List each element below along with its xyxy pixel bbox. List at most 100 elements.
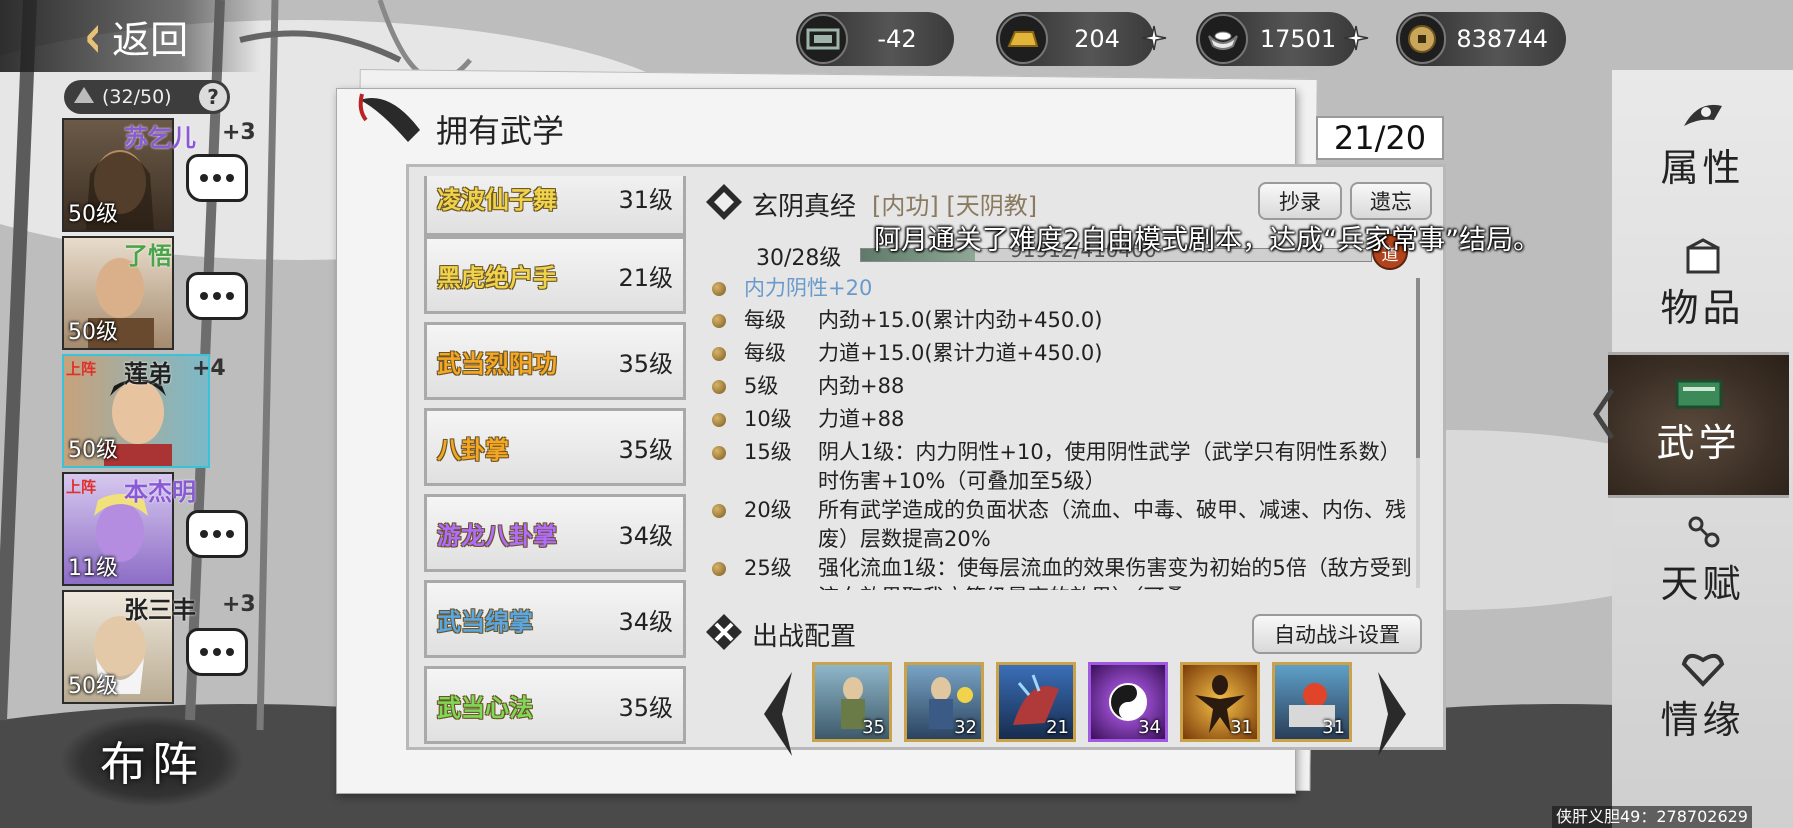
battle-skill-slot[interactable]: 31 [1272, 662, 1352, 742]
bullet-icon [712, 504, 726, 518]
chat-bubble-icon[interactable] [186, 510, 248, 558]
battle-skill-slot[interactable]: 34 [1088, 662, 1168, 742]
property-row: 10级 力道+88 [712, 405, 904, 434]
items-icon [1686, 238, 1719, 274]
slot-level: 21 [1046, 717, 1069, 738]
hero-name: 本杰明 [124, 478, 196, 506]
property-row: 5级 内劲+88 [712, 372, 904, 401]
property-label: 25级 [744, 556, 792, 580]
property-row: 15级 阴人1级：内力阴性+10，使用阴性武学（武学只有阴性系数）时伤害+10%… [712, 438, 1412, 496]
tab-label: 武学 [1656, 420, 1741, 465]
property-row: 20级 所有武学造成的负面状态（流血、中毒、破甲、减速、内伤、残废）层数提高20… [712, 496, 1412, 554]
hero-level: 50级 [68, 202, 118, 227]
skill-level: 35级 [618, 693, 673, 722]
hero-name: 了悟 [124, 242, 172, 270]
scrollbar-thumb[interactable] [1416, 278, 1420, 458]
slot-level: 34 [1138, 717, 1161, 738]
skill-item[interactable]: 武当心法 35级 [424, 666, 686, 744]
resource-stamina[interactable]: -42 [796, 12, 954, 66]
active-tab-pointer-icon [1592, 388, 1614, 440]
skill-item[interactable]: 游龙八卦掌 34级 [424, 494, 686, 572]
battle-skill-slot[interactable]: 35 [812, 662, 892, 742]
resource-silver[interactable]: 17501 [1196, 12, 1369, 66]
skill-item[interactable]: 武当烈阳功 35级 [424, 322, 686, 400]
tab-attributes[interactable]: 属性 [1612, 80, 1793, 220]
arrow-right-icon[interactable] [1372, 668, 1412, 760]
gold-ingot-icon [998, 14, 1048, 64]
add-silver-icon[interactable] [1342, 24, 1370, 52]
tab-label: 属性 [1660, 145, 1745, 190]
chat-bubble-icon[interactable] [186, 154, 248, 202]
tab-talent[interactable]: 天赋 [1612, 496, 1793, 636]
skill-item[interactable]: 八卦掌 35级 [424, 408, 686, 486]
property-text: 所有武学造成的负面状态（流血、中毒、破甲、减速、内伤、残废）层数提高20% [818, 498, 1406, 551]
skill-item[interactable]: 黑虎绝户手 21级 [424, 236, 686, 314]
skill-list[interactable]: 凌波仙子舞 31级 黑虎绝户手 21级 武当烈阳功 35级 八卦掌 35级 游龙… [414, 176, 700, 744]
property-label: 10级 [744, 407, 792, 431]
panel-title: 拥有武学 [436, 112, 565, 150]
arrow-left-icon[interactable] [758, 668, 798, 760]
stamina-value: -42 [877, 25, 917, 53]
resource-copper[interactable]: 838744 [1396, 12, 1566, 66]
copy-button[interactable]: 抄录 [1258, 182, 1342, 220]
slot-level: 31 [1322, 717, 1345, 738]
auto-battle-settings-button[interactable]: 自动战斗设置 [1252, 614, 1422, 654]
tab-affinity[interactable]: 情缘 [1612, 632, 1793, 772]
chat-bubble-icon[interactable] [186, 628, 248, 676]
help-icon[interactable]: ? [199, 83, 227, 111]
skill-name: 黑虎绝户手 [437, 263, 557, 292]
copper-value: 838744 [1456, 25, 1548, 53]
slot-level: 32 [954, 717, 977, 738]
add-gold-icon[interactable] [1140, 24, 1168, 52]
system-announcement: 阿月通关了难度2自由模式剧本，达成“兵家常事”结局。 [874, 225, 1541, 256]
hero-level: 11级 [68, 556, 118, 581]
property-row: 每级 力道+15.0(累计力道+450.0) [712, 339, 1102, 368]
attributes-icon [1683, 104, 1722, 126]
formation-button[interactable]: 布阵 [62, 716, 242, 806]
hero-level: 50级 [68, 320, 118, 345]
battle-config-title: 出战配置 [752, 622, 857, 652]
property-label: 每级 [744, 341, 786, 365]
property-row: 内力阴性+20 [712, 274, 872, 303]
property-text: 阴人1级：内力阴性+10，使用阴性武学（武学只有阴性系数）时伤害+10%（可叠加… [818, 440, 1401, 493]
bullet-icon [712, 562, 726, 576]
chat-bubble-icon[interactable] [186, 272, 248, 320]
tab-items[interactable]: 物品 [1612, 220, 1793, 360]
battle-skill-slot[interactable]: 21 [996, 662, 1076, 742]
battle-skill-slot[interactable]: 31 [1180, 662, 1260, 742]
skill-level: 31级 [618, 185, 673, 214]
tab-label: 情缘 [1660, 697, 1745, 742]
hero-plus: +3 [222, 120, 256, 145]
back-button[interactable]: ‹ 返回 [0, 0, 260, 72]
tab-martial-arts[interactable]: 武学 [1608, 352, 1789, 498]
hero-plus: +4 [192, 356, 226, 381]
bullet-icon [712, 413, 726, 427]
roster-count: (32/50) ? [64, 80, 230, 114]
back-label: 返回 [112, 17, 189, 62]
gold-value: 204 [1074, 25, 1120, 53]
property-label: 15级 [744, 440, 792, 464]
tab-label: 天赋 [1660, 561, 1745, 606]
hero-tag: 上阵 [66, 360, 97, 378]
skill-level: 35级 [618, 349, 673, 378]
martial-arts-icon [1675, 379, 1722, 409]
slot-level: 31 [1230, 717, 1253, 738]
property-row: 每级 内劲+15.0(累计内劲+450.0) [712, 306, 1102, 335]
bullet-icon [712, 282, 726, 296]
forget-button[interactable]: 遗忘 [1350, 182, 1432, 220]
skill-properties[interactable]: 内力阴性+20 每级 内劲+15.0(累计内劲+450.0) 每级 力道+15.… [712, 272, 1414, 590]
skill-level: 34级 [618, 607, 673, 636]
skill-level: 21级 [618, 263, 673, 292]
resource-gold[interactable]: 204 [996, 12, 1167, 66]
bullet-icon [712, 446, 726, 460]
battle-skill-slot[interactable]: 32 [904, 662, 984, 742]
bullet-icon [712, 380, 726, 394]
ink-brush-icon [358, 93, 420, 142]
property-text: 力道+15.0(累计力道+450.0) [818, 341, 1103, 365]
skill-item[interactable]: 武当绵掌 34级 [424, 580, 686, 658]
skill-item[interactable]: 凌波仙子舞 31级 [424, 176, 686, 236]
chevron-left-icon: ‹ [84, 0, 103, 72]
skill-detail-level: 30/28级 [756, 246, 842, 271]
crossed-swords-icon [706, 614, 742, 650]
affinity-icon [1681, 653, 1724, 687]
